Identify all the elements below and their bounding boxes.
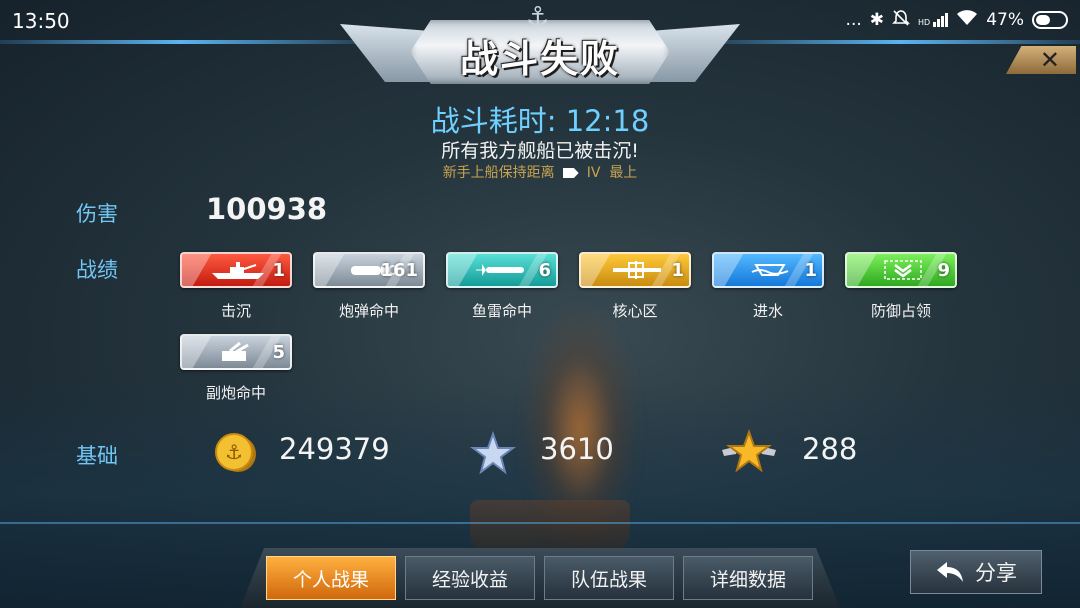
close-button[interactable]: ✕ bbox=[1006, 46, 1076, 74]
sink-count: 1 bbox=[272, 260, 285, 281]
tab-detailed-data[interactable]: 详细数据 bbox=[683, 556, 813, 600]
torpedo-icon bbox=[476, 264, 524, 276]
record-label: 战绩 bbox=[76, 258, 118, 282]
badge-shell-hits: 161 炮弹命中 bbox=[313, 252, 425, 321]
badge-sink: 1 击沉 bbox=[180, 252, 292, 321]
ship-class-icon bbox=[562, 168, 579, 178]
result-banner: ⚓ 战斗失败 bbox=[340, 2, 740, 96]
bell-off-icon bbox=[892, 9, 910, 31]
battle-duration: 战斗耗时: 12:18 bbox=[430, 104, 650, 138]
badge-torpedo-hits: 6 鱼雷命中 bbox=[446, 252, 558, 321]
shell-hits-count: 161 bbox=[380, 260, 418, 281]
badge-secondary-hits: 5 副炮命中 bbox=[180, 334, 292, 403]
torpedo-hits-label: 鱼雷命中 bbox=[471, 302, 532, 320]
banner-line-right bbox=[720, 40, 1080, 44]
badge-defense: 9 防御占领 bbox=[845, 252, 957, 321]
secondary-hits-count: 5 bbox=[272, 342, 285, 363]
secondary-hits-badge: 5 bbox=[180, 334, 292, 370]
sink-badge: 1 bbox=[180, 252, 292, 288]
flooding-badge: 1 bbox=[712, 252, 824, 288]
badge-flooding: 1 进水 bbox=[712, 252, 824, 321]
shell-hits-badge: 161 bbox=[313, 252, 425, 288]
hd-label: HD bbox=[918, 18, 931, 27]
base-label: 基础 bbox=[76, 444, 118, 468]
share-button[interactable]: 分享 bbox=[910, 550, 1042, 594]
result-subtitle: 所有我方舰船已被击沉! bbox=[441, 140, 639, 162]
credits-value: 249379 bbox=[279, 432, 390, 466]
signal-icon: HD bbox=[918, 13, 949, 27]
ship-hint: 新手上船保持距离 IV 最上 bbox=[0, 162, 1080, 182]
damage-label: 伤害 bbox=[76, 202, 118, 226]
credits-coin-icon: ⚓ bbox=[215, 433, 256, 472]
citadel-label: 核心区 bbox=[612, 302, 658, 320]
tab-personal-result[interactable]: 个人战果 bbox=[266, 556, 396, 600]
damage-value: 100938 bbox=[206, 192, 328, 226]
citadel-icon bbox=[613, 261, 661, 279]
defense-label: 防御占领 bbox=[870, 302, 931, 320]
secondary-hits-label: 副炮命中 bbox=[205, 384, 266, 402]
badge-citadel: 1 核心区 bbox=[579, 252, 691, 321]
shell-hits-label: 炮弹命中 bbox=[338, 302, 399, 320]
citadel-badge: 1 bbox=[579, 252, 691, 288]
back-arrow-icon bbox=[937, 562, 963, 582]
exp-value: 3610 bbox=[540, 432, 614, 466]
flooding-label: 进水 bbox=[752, 302, 783, 320]
exp-star-icon bbox=[470, 431, 516, 475]
defense-badge: 9 bbox=[845, 252, 957, 288]
tab-exp-earnings[interactable]: 经验收益 bbox=[405, 556, 535, 600]
banner-line-left bbox=[0, 40, 360, 44]
defense-count: 9 bbox=[937, 260, 950, 281]
status-time: 13:50 bbox=[12, 9, 70, 33]
battery-icon bbox=[1032, 11, 1068, 29]
captain-exp-value: 288 bbox=[802, 432, 858, 466]
hint-ship-name: 最上 bbox=[609, 165, 638, 181]
bluetooth-icon: ✱ bbox=[869, 10, 885, 30]
battery-percent: 47% bbox=[986, 10, 1024, 30]
more-dots-icon: ... bbox=[845, 10, 862, 30]
bottom-divider bbox=[0, 522, 1080, 524]
wifi-icon bbox=[956, 9, 978, 32]
hint-text: 新手上船保持距离 bbox=[442, 165, 555, 181]
share-label: 分享 bbox=[975, 561, 1017, 585]
flooding-icon bbox=[751, 264, 789, 276]
svg-text:⚓: ⚓ bbox=[225, 440, 243, 464]
flooding-count: 1 bbox=[804, 260, 817, 281]
result-title: 战斗失败 bbox=[459, 37, 620, 81]
citadel-count: 1 bbox=[671, 260, 684, 281]
captain-exp-winged-star-icon bbox=[722, 429, 776, 473]
sink-label: 击沉 bbox=[220, 302, 251, 320]
torpedo-hits-count: 6 bbox=[538, 260, 551, 281]
hint-tier: IV bbox=[586, 165, 601, 181]
defense-icon bbox=[884, 260, 922, 280]
tab-team-result[interactable]: 队伍战果 bbox=[544, 556, 674, 600]
ship-icon bbox=[212, 262, 264, 279]
secondary-gun-icon bbox=[222, 341, 249, 361]
torpedo-hits-badge: 6 bbox=[446, 252, 558, 288]
status-icons: ... ✱ HD 47% bbox=[846, 8, 1068, 32]
